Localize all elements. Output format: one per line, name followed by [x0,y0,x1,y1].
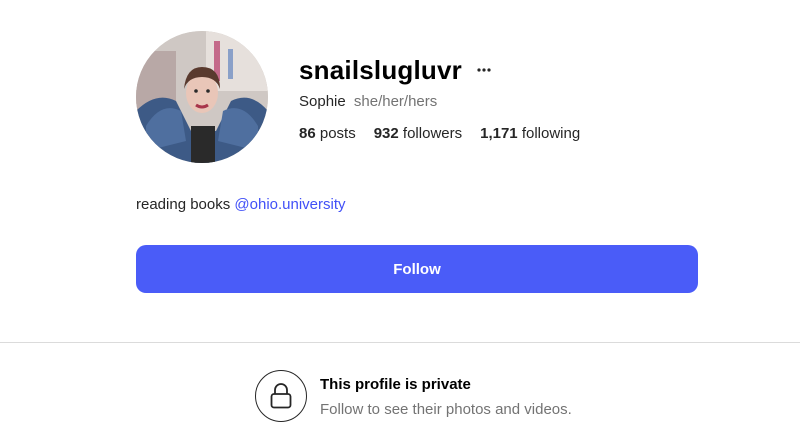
bio-text: reading books [136,196,231,213]
lock-icon-container [255,370,307,422]
more-options-icon[interactable] [474,60,494,80]
avatar-photo [136,31,268,163]
profile-stats: 86 posts 932 followers 1,171 following [299,124,580,144]
username-row: snailslugluvr [299,54,494,86]
profile-page: snailslugluvr Sophie she/her/hers 86 pos… [0,0,800,437]
following-stat[interactable]: 1,171 following [480,124,580,144]
following-count: 1,171 [480,125,518,142]
followers-count: 932 [373,125,399,142]
posts-stat: 86 posts [299,124,356,144]
posts-count: 86 [299,125,316,142]
divider [0,342,800,343]
avatar[interactable] [136,31,268,163]
bio: reading books @ohio.university [136,195,346,215]
followers-stat[interactable]: 932 followers [374,124,462,144]
followers-label: followers [402,125,463,142]
pronouns: she/her/hers [353,93,438,110]
follow-button[interactable]: Follow [136,245,698,293]
private-profile-subtitle: Follow to see their photos and videos. [320,401,572,418]
name-row: Sophie she/her/hers [299,92,437,112]
full-name: Sophie [299,93,346,110]
private-profile-title: This profile is private [320,376,471,393]
following-label: following [521,125,581,142]
username: snailslugluvr [299,55,462,85]
posts-label: posts [319,125,356,142]
bio-mention-link[interactable]: @ohio.university [234,196,345,213]
lock-icon [270,383,292,409]
